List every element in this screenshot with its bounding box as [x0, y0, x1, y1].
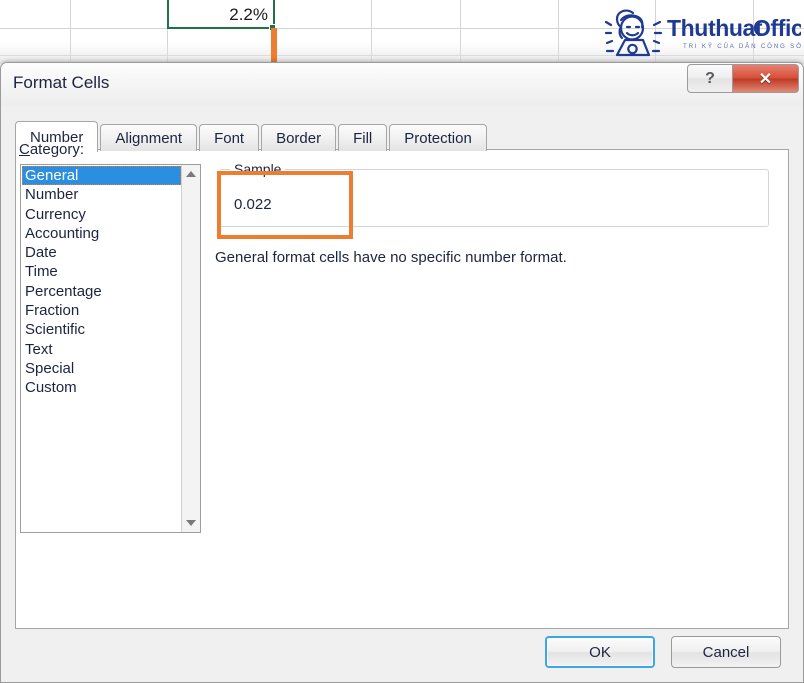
close-icon[interactable]: ✕: [733, 64, 799, 93]
category-item-percentage[interactable]: Percentage: [22, 282, 181, 301]
category-item-currency[interactable]: Currency: [22, 205, 181, 224]
format-description: General format cells have no specific nu…: [215, 249, 567, 266]
category-item-text[interactable]: Text: [22, 340, 181, 359]
tab-border[interactable]: Border: [261, 124, 336, 151]
tab-strip: Number Alignment Font Border Fill Protec…: [15, 121, 789, 151]
dialog-title: Format Cells: [13, 73, 109, 93]
svg-text:Office: Office: [753, 15, 801, 41]
window-controls: ? ✕: [687, 64, 799, 93]
tab-protection[interactable]: Protection: [389, 124, 487, 151]
category-item-custom[interactable]: Custom: [22, 378, 181, 397]
category-label-accesskey: C: [19, 141, 30, 158]
category-item-time[interactable]: Time: [22, 262, 181, 281]
sample-legend: Sample: [230, 161, 285, 177]
listbox-scrollbar[interactable]: [181, 165, 200, 532]
category-item-special[interactable]: Special: [22, 359, 181, 378]
close-glyph: ✕: [759, 69, 772, 89]
category-item-scientific[interactable]: Scientific: [22, 320, 181, 339]
format-cells-dialog: Format Cells ? ✕ Number Alignment Font B…: [0, 62, 804, 683]
tab-font[interactable]: Font: [199, 124, 259, 151]
category-item-list: General Number Currency Accounting Date …: [21, 165, 181, 532]
tab-label: Font: [214, 130, 244, 147]
sample-group-box: Sample 0.022: [219, 169, 769, 227]
tab-label: Border: [276, 130, 321, 147]
tab-label: Alignment: [115, 130, 182, 147]
scroll-down-icon[interactable]: [182, 514, 200, 532]
tab-alignment[interactable]: Alignment: [100, 124, 197, 151]
category-item-date[interactable]: Date: [22, 243, 181, 262]
category-label-rest: ategory:: [30, 141, 84, 158]
category-label: Category:: [19, 141, 84, 158]
cancel-button-label: Cancel: [703, 644, 750, 661]
ok-button-label: OK: [589, 644, 611, 661]
cancel-button[interactable]: Cancel: [671, 636, 781, 668]
sample-value: 0.022: [234, 196, 272, 213]
tab-label: Fill: [353, 130, 372, 147]
thuthuatoffice-logo: Thuthuat Office TRI KỶ CỦA DÂN CÔNG SỞ: [605, 2, 801, 58]
selected-cell-value: 2.2%: [229, 5, 268, 25]
help-icon[interactable]: ?: [687, 64, 733, 93]
category-item-fraction[interactable]: Fraction: [22, 301, 181, 320]
category-item-accounting[interactable]: Accounting: [22, 224, 181, 243]
category-item-general[interactable]: General: [22, 166, 181, 185]
ok-button[interactable]: OK: [545, 636, 655, 668]
tab-fill[interactable]: Fill: [338, 124, 387, 151]
selected-cell[interactable]: 2.2%: [167, 0, 275, 29]
help-glyph: ?: [705, 70, 715, 88]
dialog-titlebar: Format Cells ? ✕: [1, 63, 803, 106]
category-item-number[interactable]: Number: [22, 185, 181, 204]
category-listbox[interactable]: General Number Currency Accounting Date …: [20, 164, 201, 533]
tab-label: Protection: [404, 130, 472, 147]
svg-text:Thuthuat: Thuthuat: [667, 15, 763, 41]
triangle-down-icon: [186, 520, 196, 526]
fill-handle[interactable]: [269, 24, 276, 31]
dialog-button-row: OK Cancel: [545, 636, 781, 668]
svg-text:TRI KỶ CỦA DÂN CÔNG SỞ: TRI KỶ CỦA DÂN CÔNG SỞ: [683, 43, 801, 50]
scroll-up-icon[interactable]: [182, 165, 200, 183]
triangle-up-icon: [186, 171, 196, 177]
